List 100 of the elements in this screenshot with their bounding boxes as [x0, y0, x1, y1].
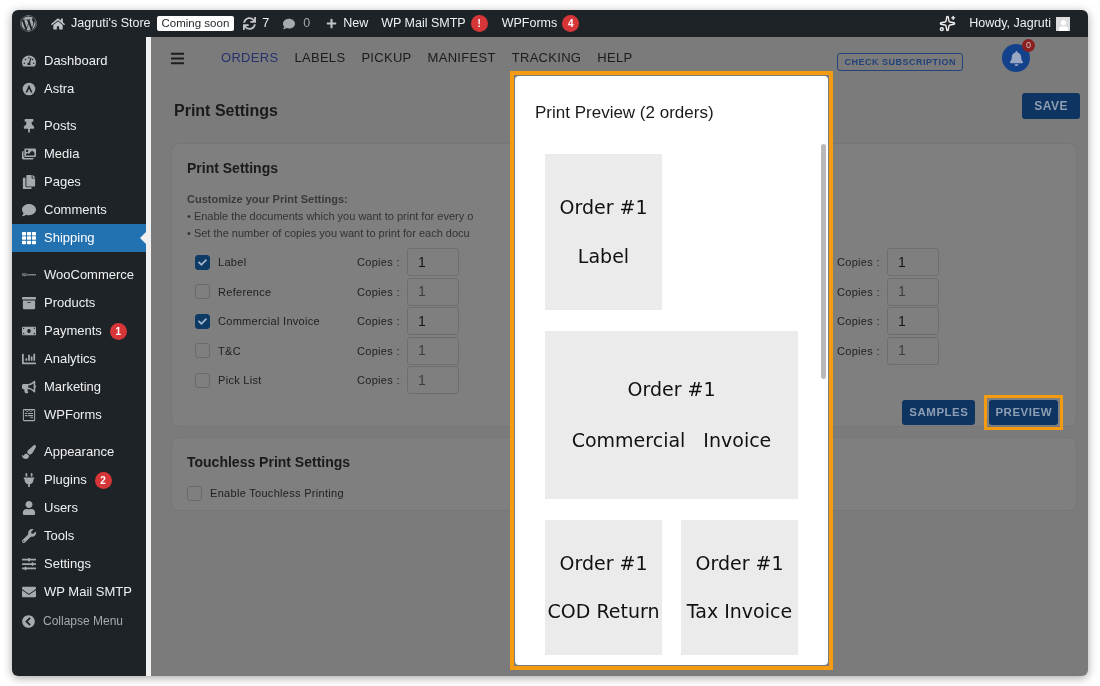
sidebar-item[interactable]: Payments 1	[12, 317, 146, 345]
nav-tab[interactable]: PICKUP	[361, 48, 412, 68]
instruction-text: • Set the number of copies you want to print for each docu	[187, 225, 470, 241]
sidebar-item[interactable]: Products	[12, 289, 146, 317]
card-title: Print Settings	[187, 159, 279, 178]
copies-label: Copies :	[837, 255, 881, 270]
astra-logo-icon	[22, 82, 36, 96]
sidebar-item[interactable]: Media	[12, 140, 146, 168]
new-link[interactable]: New	[343, 14, 369, 33]
admin-bar-link[interactable]: WP Mail SMTP	[381, 14, 466, 33]
document-preview: Order #1 COD Return	[545, 519, 662, 655]
document-label: T&C	[218, 343, 242, 359]
bell-icon	[1008, 50, 1024, 66]
copies-label: Copies :	[357, 343, 401, 359]
avatar-icon[interactable]	[1056, 16, 1070, 31]
wrench-icon	[22, 529, 36, 543]
paintbrush-icon	[22, 445, 36, 459]
copies-field[interactable]: 1	[887, 307, 939, 336]
envelope-icon	[22, 585, 36, 599]
document-preview: Order #1 Label	[545, 153, 662, 310]
archive-box-icon	[22, 296, 36, 310]
sidebar-item[interactable]: Shipping	[12, 224, 146, 252]
sliders-icon	[22, 557, 36, 571]
comments-count[interactable]: 0	[303, 14, 311, 33]
document-preview: Order #1 Commercial Invoice	[545, 330, 798, 499]
document-label: Pick List	[218, 373, 263, 388]
sidebar-item[interactable]: Marketing	[12, 373, 146, 401]
form-icon	[22, 408, 36, 422]
copies-label: Copies :	[357, 373, 401, 388]
nav-tab[interactable]: MANIFEST	[427, 48, 496, 68]
document-label: Commercial Invoice	[218, 314, 321, 329]
copies-label: Copies :	[357, 314, 401, 329]
status-badge: Coming soon	[156, 16, 235, 31]
card-title: Touchless Print Settings	[187, 453, 352, 472]
megaphone-icon	[22, 380, 36, 394]
greeting-link[interactable]: Howdy, Jagruti	[969, 14, 1051, 33]
nav-tab[interactable]: LABELS	[294, 48, 346, 68]
plus-icon[interactable]	[326, 18, 338, 29]
notification-bell-button[interactable]	[1002, 44, 1030, 72]
copies-label: Copies :	[837, 314, 881, 329]
sidebar-item[interactable]: Plugins 2	[12, 466, 146, 494]
sidebar-item[interactable]: Settings	[12, 550, 146, 578]
checkbox[interactable]	[195, 254, 210, 270]
copies-label: Copies :	[837, 343, 881, 359]
banknote-icon	[22, 324, 36, 338]
intro-text: Customize your Print Settings:	[187, 192, 348, 207]
refresh-icon[interactable]	[243, 17, 257, 30]
dashboard-icon	[22, 54, 36, 68]
copies-field[interactable]: 1	[407, 307, 459, 336]
instruction-text: • Enable the documents which you want to print for every o	[187, 208, 474, 224]
comment-icon	[22, 203, 36, 217]
sidebar-item[interactable]: WPForms	[12, 401, 146, 429]
sidebar-item[interactable]: Tools	[12, 522, 146, 550]
sidebar-item[interactable]: Pages	[12, 168, 146, 196]
nav-tab[interactable]: TRACKING	[511, 48, 582, 68]
sidebar-item[interactable]: Dashboard	[12, 47, 146, 75]
site-name-link[interactable]: Jagruti's Store	[71, 14, 151, 33]
dialog-title: Print Preview (2 orders)	[534, 102, 715, 124]
preview-button[interactable]: PREVIEW	[989, 400, 1058, 425]
pin-icon	[22, 119, 36, 133]
scrollbar[interactable]	[821, 143, 826, 379]
sidebar-item[interactable]: Appearance	[12, 438, 146, 466]
media-icon	[22, 147, 36, 161]
comment-icon[interactable]	[283, 17, 296, 30]
document-label: Reference	[218, 284, 273, 300]
document-label: Label	[218, 255, 248, 270]
sidebar-item[interactable]: WP Mail SMTP	[12, 578, 146, 606]
sidebar-item[interactable]: Analytics	[12, 345, 146, 373]
checkbox[interactable]	[195, 313, 210, 329]
sidebar-item[interactable]: Posts	[12, 112, 146, 140]
sparkles-icon[interactable]	[939, 15, 957, 32]
collapse-menu-button[interactable]: Collapse Menu	[12, 607, 146, 635]
menu-icon[interactable]	[170, 50, 185, 66]
count-badge: !	[470, 15, 488, 32]
pages-icon	[22, 175, 36, 189]
copies-label: Copies :	[837, 284, 881, 300]
nav-tab[interactable]: HELP	[597, 48, 633, 68]
wordpress-logo-icon[interactable]	[20, 15, 37, 32]
copies-field[interactable]: 1	[887, 248, 939, 277]
collapse-icon	[22, 614, 35, 628]
updates-count[interactable]: 7	[262, 14, 270, 33]
sidebar-item[interactable]: Astra	[12, 75, 146, 103]
check-icon	[198, 316, 207, 326]
page-title: Print Settings	[174, 101, 278, 121]
save-button[interactable]: SAVE	[1022, 93, 1080, 119]
sidebar-item[interactable]: WooCommerce	[12, 261, 146, 289]
admin-bar-link[interactable]: WPForms	[501, 14, 558, 33]
copies-label: Copies :	[357, 255, 401, 270]
sidebar-item[interactable]: Users	[12, 494, 146, 522]
samples-button[interactable]: SAMPLES	[902, 400, 976, 425]
notification-count: 0	[1022, 39, 1035, 52]
plug-icon	[22, 473, 36, 487]
check-icon	[198, 257, 207, 267]
count-badge: 4	[562, 15, 580, 32]
sidebar-item[interactable]: Comments	[12, 196, 146, 224]
count-badge: 1	[109, 322, 127, 340]
copies-field[interactable]: 1	[407, 248, 459, 277]
home-icon[interactable]	[51, 16, 65, 31]
copies-label: Copies :	[357, 284, 401, 300]
user-icon	[22, 501, 36, 515]
